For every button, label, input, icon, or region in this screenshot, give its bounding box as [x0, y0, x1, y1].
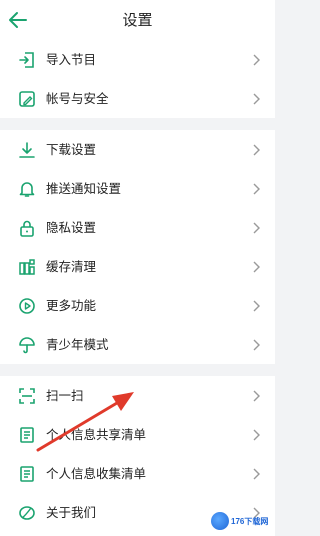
bell-icon: [17, 179, 37, 199]
settings-item-label: 帐号与安全: [46, 91, 109, 106]
settings-group-general: 下载设置 推送通知设置 隐私设置 缓存清理 更多功能 青少年模式: [0, 130, 275, 364]
settings-group-account: 导入节目 帐号与安全: [0, 40, 275, 118]
chevron-right-icon: [253, 261, 260, 273]
download-icon: [17, 140, 37, 160]
settings-item-label: 扫一扫: [46, 388, 84, 403]
settings-item-account-security[interactable]: 帐号与安全: [0, 79, 275, 118]
watermark-globe-icon: [211, 512, 229, 530]
chevron-right-icon: [253, 468, 260, 480]
play-circle-icon: [17, 296, 37, 316]
app-header: 设置: [0, 0, 275, 40]
settings-item-label: 隐私设置: [46, 220, 97, 235]
cache-icon: [17, 257, 37, 277]
settings-item-label: 关于我们: [46, 505, 97, 520]
settings-item-push-notifications[interactable]: 推送通知设置: [0, 169, 275, 208]
settings-item-label: 缓存清理: [46, 259, 97, 274]
chevron-right-icon: [253, 93, 260, 105]
settings-item-info-sharing-list[interactable]: 个人信息共享清单: [0, 415, 275, 454]
watermark-logo: 176下载网: [211, 510, 271, 532]
settings-item-download[interactable]: 下载设置: [0, 130, 275, 169]
chevron-right-icon: [253, 222, 260, 234]
settings-item-cache-clear[interactable]: 缓存清理: [0, 247, 275, 286]
watermark-text: 176下载网: [231, 516, 269, 526]
settings-item-import[interactable]: 导入节目: [0, 40, 275, 79]
settings-item-info-collection-list[interactable]: 个人信息收集清单: [0, 454, 275, 493]
settings-item-teen-mode[interactable]: 青少年模式: [0, 325, 275, 364]
list-icon: [17, 425, 37, 445]
about-icon: [17, 503, 37, 523]
page-title: 设置: [122, 11, 153, 29]
settings-item-scan[interactable]: 扫一扫: [0, 376, 275, 415]
settings-item-label: 下载设置: [46, 142, 97, 157]
chevron-right-icon: [253, 54, 260, 66]
chevron-right-icon: [253, 144, 260, 156]
settings-item-label: 更多功能: [46, 298, 97, 313]
settings-item-label: 青少年模式: [46, 337, 109, 352]
chevron-right-icon: [253, 183, 260, 195]
settings-item-privacy[interactable]: 隐私设置: [0, 208, 275, 247]
settings-item-label: 推送通知设置: [46, 181, 122, 196]
umbrella-icon: [17, 335, 37, 355]
settings-item-label: 个人信息共享清单: [46, 427, 147, 442]
account-security-icon: [17, 89, 37, 109]
chevron-right-icon: [253, 429, 260, 441]
settings-item-label: 导入节目: [46, 52, 97, 67]
chevron-right-icon: [253, 390, 260, 402]
settings-item-more-features[interactable]: 更多功能: [0, 286, 275, 325]
lock-icon: [17, 218, 37, 238]
chevron-right-icon: [253, 339, 260, 351]
chevron-right-icon: [253, 300, 260, 312]
settings-item-label: 个人信息收集清单: [46, 466, 147, 481]
import-icon: [17, 50, 37, 70]
list-icon: [17, 464, 37, 484]
scan-icon: [17, 386, 37, 406]
